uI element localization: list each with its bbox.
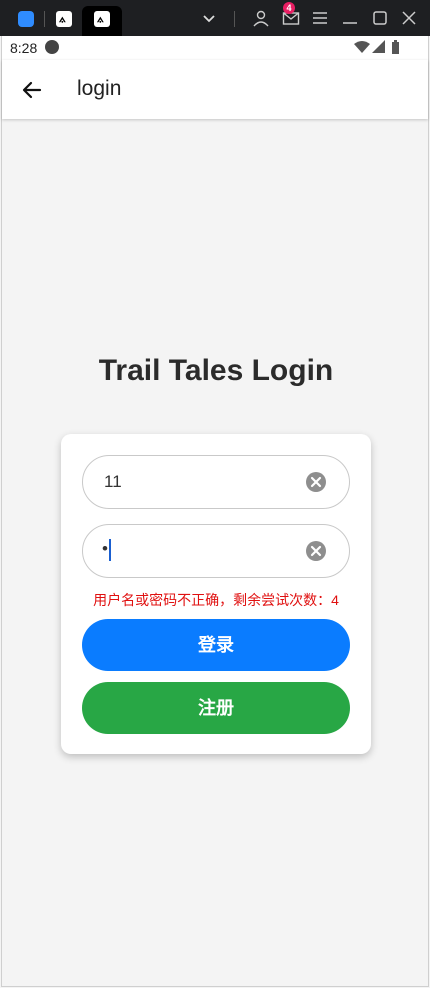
mail-badge: 4 [283,2,295,14]
clear-password-icon[interactable] [305,540,327,562]
tab-inactive[interactable]: ⟑ [56,11,72,27]
tab-app-icon: ⟑ [97,13,104,25]
user-icon[interactable] [251,8,271,28]
username-field[interactable]: 11 [82,455,350,509]
app-icon[interactable] [18,11,34,27]
app-bar-title: login [77,77,122,100]
signal-icon [372,40,385,53]
maximize-icon[interactable] [370,8,390,28]
wifi-icon [354,41,370,53]
back-arrow-icon[interactable] [20,78,44,102]
login-card: 11 • 用户名或密码不正确，剩余尝试次数：4 登录 注册 [61,434,371,754]
android-notification-icon [45,40,59,54]
page-title: Trail Tales Login [98,354,334,387]
tab-separator [44,11,45,27]
password-value: • [102,539,108,558]
password-field[interactable]: • [82,524,350,578]
device-screen: 8:28 login Trail Tales Login 11 • 用户名或密码… [1,36,429,987]
status-time: 8:28 [10,40,38,56]
battery-icon [392,40,399,54]
clear-username-icon[interactable] [305,471,327,493]
text-caret [109,539,111,561]
error-message: 用户名或密码不正确，剩余尝试次数：4 [93,592,339,608]
tab-app-icon: ⟑ [59,13,66,25]
chevron-down-icon[interactable] [199,8,219,28]
status-bar: 8:28 [2,36,428,60]
app-bar: login [2,60,428,119]
close-icon[interactable] [399,8,419,28]
tab-active-icon[interactable]: ⟑ [94,11,110,27]
toolbar-separator [234,11,235,27]
window-chrome: ⟑ ⟑ 4 [0,0,430,36]
minimize-icon[interactable] [340,8,360,28]
username-value: 11 [104,472,122,491]
register-button[interactable]: 注册 [82,682,350,734]
menu-icon[interactable] [310,8,330,28]
login-button[interactable]: 登录 [82,619,350,671]
